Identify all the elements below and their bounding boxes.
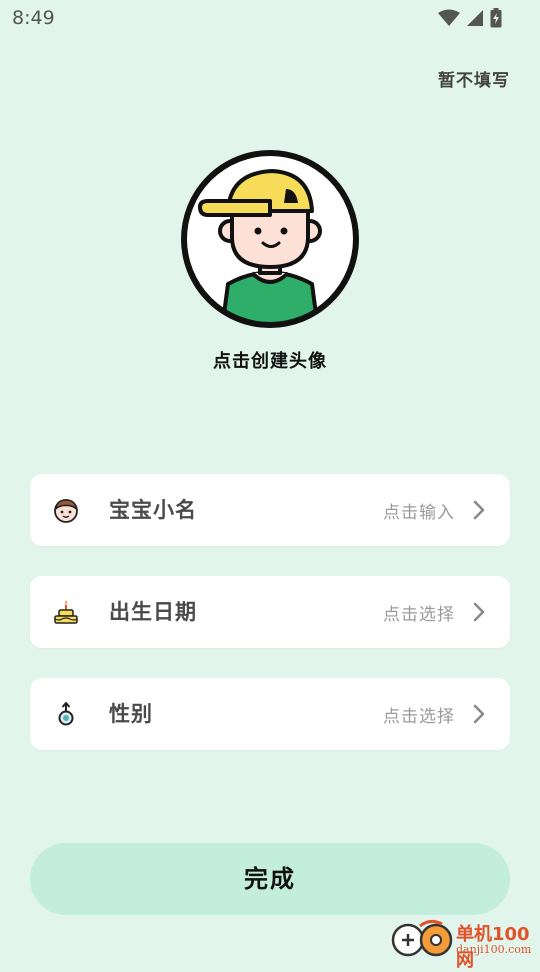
done-button[interactable]: 完成	[30, 843, 510, 915]
field-label: 性别	[109, 702, 153, 726]
field-birthday[interactable]: 出生日期 点击选择	[30, 576, 510, 648]
watermark: 单机100网 danji100.com	[390, 918, 540, 971]
skip-button[interactable]: 暂不填写	[438, 66, 510, 91]
avatar-caption[interactable]: 点击创建头像	[0, 347, 540, 373]
birthday-cake-icon	[54, 600, 78, 624]
field-gender[interactable]: 性别 点击选择	[30, 678, 510, 750]
cell-signal-icon	[467, 10, 483, 26]
field-nickname[interactable]: 宝宝小名 点击输入	[30, 474, 510, 546]
field-label: 宝宝小名	[109, 498, 197, 522]
status-bar: 8:49	[0, 0, 540, 36]
watermark-url: danji100.com	[456, 943, 532, 956]
field-hint: 点击选择	[383, 605, 455, 625]
battery-charging-icon	[490, 8, 502, 28]
danji-logo-icon	[391, 919, 453, 957]
chevron-right-icon	[473, 704, 485, 724]
status-icons	[438, 7, 502, 29]
wifi-icon	[438, 9, 460, 26]
baby-face-icon	[54, 499, 78, 523]
chevron-right-icon	[473, 602, 485, 622]
chevron-right-icon	[473, 500, 485, 520]
boy-cap-avatar-icon	[181, 150, 359, 328]
field-hint: 点击选择	[383, 707, 455, 727]
avatar-button[interactable]	[180, 149, 360, 329]
field-hint: 点击输入	[383, 503, 455, 523]
gender-icon	[58, 702, 74, 726]
status-time: 8:49	[12, 7, 55, 29]
field-label: 出生日期	[109, 600, 197, 624]
